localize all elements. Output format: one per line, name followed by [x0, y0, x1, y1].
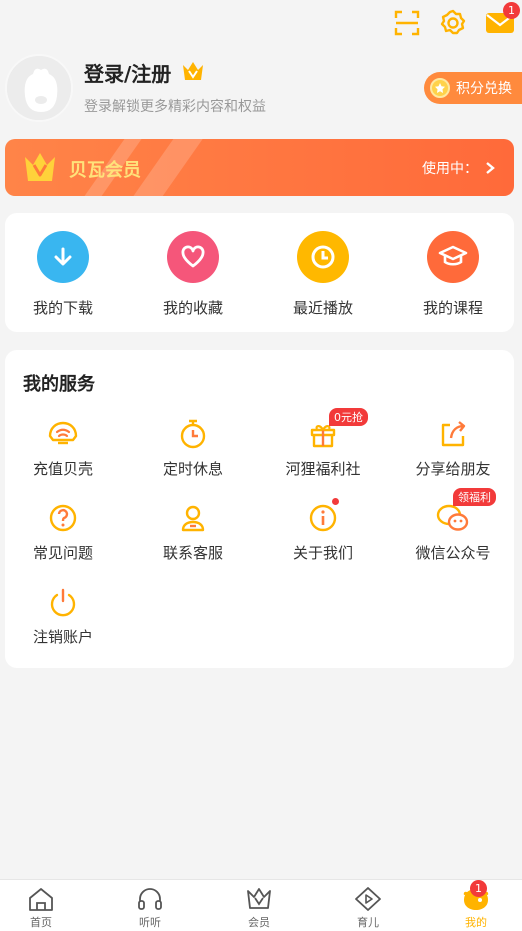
- service-contact-support[interactable]: 联系客服: [133, 500, 253, 563]
- get-welfare-tag: 领福利: [453, 488, 496, 506]
- tab-badge: 1: [470, 880, 487, 897]
- gear-icon[interactable]: [438, 8, 468, 38]
- tab-home[interactable]: 首页: [11, 886, 71, 930]
- quick-actions-card: 我的下载 我的收藏 最近播放 我的课程: [5, 213, 514, 332]
- tab-label: 我的: [465, 916, 487, 929]
- tab-vip[interactable]: 会员: [229, 886, 289, 930]
- vip-crown-icon: [182, 61, 204, 85]
- profile-header[interactable]: 登录/注册 登录解锁更多精彩内容和权益 积分兑换: [0, 52, 522, 132]
- timer-icon: [173, 416, 213, 452]
- tab-mine[interactable]: 1 我的: [446, 880, 506, 930]
- mascot-icon: 1: [461, 880, 491, 912]
- service-delete-account[interactable]: 注销账户: [3, 584, 123, 647]
- wechat-icon: 领福利: [433, 488, 496, 536]
- graduation-cap-icon: [427, 231, 479, 283]
- service-timer[interactable]: 定时休息: [133, 416, 253, 479]
- gift-icon: 0元抢: [303, 408, 368, 452]
- mail-badge: 1: [503, 2, 520, 19]
- vip-status-label: 使用中：: [422, 161, 478, 177]
- service-label: 注销账户: [32, 628, 93, 646]
- service-label: 联系客服: [162, 544, 223, 562]
- vip-crown-icon: [23, 151, 57, 187]
- quick-item-recent[interactable]: 最近播放: [268, 231, 378, 318]
- vip-banner[interactable]: 贝瓦会员 使用中：: [5, 139, 514, 196]
- chevron-right-icon: [486, 162, 495, 174]
- quick-item-favorites[interactable]: 我的收藏: [138, 231, 248, 318]
- headphones-icon: [135, 886, 165, 912]
- tab-label: 会员: [248, 916, 270, 929]
- power-icon: [43, 584, 83, 620]
- vip-status-link[interactable]: 使用中：: [422, 158, 496, 178]
- service-label: 常见问题: [32, 544, 93, 562]
- points-exchange-button[interactable]: 积分兑换: [424, 72, 522, 104]
- play-diamond-icon: [353, 886, 383, 912]
- services-title: 我的服务: [23, 374, 95, 395]
- login-register-link[interactable]: 登录/注册: [84, 58, 171, 87]
- service-about-us[interactable]: 关于我们: [263, 498, 383, 563]
- tab-label: 听听: [139, 916, 161, 929]
- tab-listen[interactable]: 听听: [120, 886, 180, 930]
- service-recharge-shells[interactable]: 充值贝壳: [3, 416, 123, 479]
- tab-label: 首页: [30, 916, 52, 929]
- login-subtitle: 登录解锁更多精彩内容和权益: [84, 99, 266, 115]
- quick-label: 我的收藏: [162, 299, 223, 317]
- service-label: 定时休息: [162, 460, 223, 478]
- bottom-tab-bar: 首页 听听 会员 育儿 1 我的: [0, 879, 522, 931]
- download-icon: [37, 231, 89, 283]
- services-card: 我的服务 充值贝壳 定时休息 0元抢 河狸福利社 分享给朋友 常见问题 联系客服…: [5, 350, 514, 668]
- avatar-placeholder-icon: [7, 56, 71, 120]
- avatar[interactable]: [5, 54, 73, 122]
- quick-item-downloads[interactable]: 我的下载: [8, 231, 118, 318]
- crown-icon: [244, 886, 274, 912]
- free-grab-tag: 0元抢: [329, 408, 368, 426]
- service-label: 河狸福利社: [285, 460, 361, 478]
- tab-parenting[interactable]: 育儿: [338, 886, 398, 930]
- quick-label: 我的下载: [32, 299, 93, 317]
- service-label: 分享给朋友: [415, 460, 491, 478]
- vip-title: 贝瓦会员: [69, 160, 141, 181]
- service-label: 充值贝壳: [32, 460, 93, 478]
- service-label: 微信公众号: [415, 544, 491, 562]
- home-icon: [26, 886, 56, 912]
- new-dot: [332, 498, 339, 505]
- customer-service-icon: [173, 500, 213, 536]
- service-label: 关于我们: [292, 544, 353, 562]
- service-faq[interactable]: 常见问题: [3, 500, 123, 563]
- quick-label: 我的课程: [422, 299, 483, 317]
- top-bar: 1: [0, 0, 522, 48]
- service-beaver-welfare[interactable]: 0元抢 河狸福利社: [263, 408, 383, 479]
- info-icon: [303, 498, 343, 536]
- quick-item-courses[interactable]: 我的课程: [398, 231, 508, 318]
- service-wechat-account[interactable]: 领福利 微信公众号: [393, 488, 513, 563]
- shell-icon: [43, 416, 83, 452]
- mail-icon[interactable]: 1: [484, 2, 520, 38]
- tab-label: 育儿: [357, 916, 379, 929]
- scan-icon[interactable]: [392, 8, 422, 38]
- points-exchange-label: 积分兑换: [456, 81, 512, 97]
- clock-icon: [297, 231, 349, 283]
- question-icon: [43, 500, 83, 536]
- service-share[interactable]: 分享给朋友: [393, 416, 513, 479]
- heart-icon: [167, 231, 219, 283]
- quick-label: 最近播放: [292, 299, 353, 317]
- share-icon: [433, 416, 473, 452]
- coin-icon: [430, 78, 450, 98]
